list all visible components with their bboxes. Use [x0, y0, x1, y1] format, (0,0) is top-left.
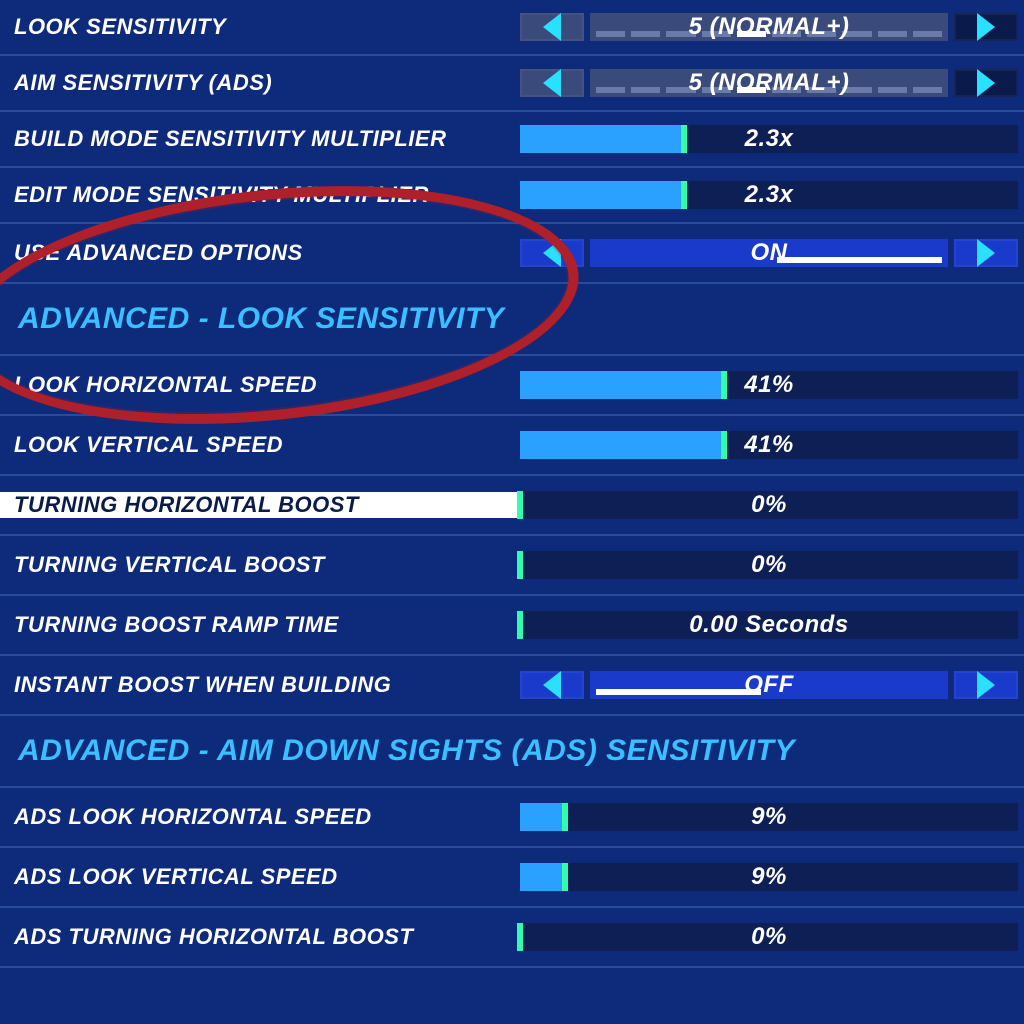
slider-track[interactable]: 9% — [520, 863, 1018, 891]
settings-screen: LOOK SENSITIVITY 5 (NORMAL+) AIM SENSITI… — [0, 0, 1024, 1024]
label: ADS TURNING HORIZONTAL BOOST — [0, 924, 520, 950]
slider-value: 0% — [751, 551, 787, 579]
chevron-right-icon[interactable] — [954, 69, 1018, 97]
row-turning-horizontal-boost[interactable]: TURNING HORIZONTAL BOOST 0% — [0, 476, 1024, 536]
slider-handle[interactable] — [517, 551, 523, 579]
toggle-indicator — [596, 689, 761, 695]
label: TURNING HORIZONTAL BOOST — [0, 492, 520, 518]
slider-fill — [520, 803, 565, 831]
label: BUILD MODE SENSITIVITY MULTIPLIER — [0, 126, 520, 152]
slider[interactable]: 41% — [520, 371, 1024, 399]
stepper-track[interactable]: 5 (NORMAL+) — [590, 69, 948, 97]
toggle-indicator — [777, 257, 942, 263]
label: EDIT MODE SENSITIVITY MULTIPLIER — [0, 182, 520, 208]
label: USE ADVANCED OPTIONS — [0, 240, 520, 266]
slider-track[interactable]: 9% — [520, 803, 1018, 831]
section-header-advanced-look: ADVANCED - LOOK SENSITIVITY — [0, 284, 1024, 356]
slider-handle[interactable] — [721, 431, 727, 459]
toggle[interactable]: OFF — [520, 671, 1024, 699]
slider-handle[interactable] — [721, 371, 727, 399]
row-look-sensitivity[interactable]: LOOK SENSITIVITY 5 (NORMAL+) — [0, 0, 1024, 56]
chevron-left-icon[interactable] — [520, 671, 584, 699]
slider-fill — [520, 863, 565, 891]
stepper-value: 5 (NORMAL+) — [689, 69, 850, 97]
label: AIM SENSITIVITY (ADS) — [0, 70, 520, 96]
stepper[interactable]: 5 (NORMAL+) — [520, 69, 1024, 97]
slider-track[interactable]: 41% — [520, 371, 1018, 399]
stepper[interactable]: 5 (NORMAL+) — [520, 13, 1024, 41]
stepper-value: 5 (NORMAL+) — [689, 13, 850, 41]
chevron-left-icon[interactable] — [520, 239, 584, 267]
toggle-track[interactable]: OFF — [590, 671, 948, 699]
label: LOOK HORIZONTAL SPEED — [0, 372, 520, 398]
slider-handle[interactable] — [681, 181, 687, 209]
chevron-left-icon[interactable] — [520, 69, 584, 97]
slider-handle[interactable] — [562, 863, 568, 891]
chevron-right-icon[interactable] — [954, 671, 1018, 699]
slider[interactable]: 0% — [520, 923, 1024, 951]
slider-fill — [520, 431, 724, 459]
row-turning-boost-ramp-time[interactable]: TURNING BOOST RAMP TIME 0.00 Seconds — [0, 596, 1024, 656]
label: LOOK VERTICAL SPEED — [0, 432, 520, 458]
slider-track[interactable]: 0.00 Seconds — [520, 611, 1018, 639]
toggle-value: ON — [751, 239, 788, 267]
slider-handle[interactable] — [517, 611, 523, 639]
toggle[interactable]: ON — [520, 239, 1024, 267]
row-look-horizontal-speed[interactable]: LOOK HORIZONTAL SPEED 41% — [0, 356, 1024, 416]
slider[interactable]: 41% — [520, 431, 1024, 459]
slider-value: 9% — [751, 803, 787, 831]
slider-track[interactable]: 0% — [520, 491, 1018, 519]
section-header-advanced-ads: ADVANCED - AIM DOWN SIGHTS (ADS) SENSITI… — [0, 716, 1024, 788]
slider[interactable]: 0.00 Seconds — [520, 611, 1024, 639]
slider[interactable]: 0% — [520, 551, 1024, 579]
slider-fill — [520, 371, 724, 399]
label: ADS LOOK HORIZONTAL SPEED — [0, 804, 520, 830]
slider[interactable]: 2.3x — [520, 125, 1024, 153]
slider[interactable]: 0% — [520, 491, 1024, 519]
slider-value: 2.3x — [745, 125, 794, 153]
label: TURNING BOOST RAMP TIME — [0, 612, 520, 638]
label: TURNING VERTICAL BOOST — [0, 552, 520, 578]
slider-value: 41% — [744, 371, 794, 399]
slider-fill — [520, 181, 684, 209]
chevron-right-icon[interactable] — [954, 239, 1018, 267]
slider-handle[interactable] — [517, 923, 523, 951]
slider-value: 0.00 Seconds — [689, 611, 848, 639]
row-edit-multiplier[interactable]: EDIT MODE SENSITIVITY MULTIPLIER 2.3x — [0, 168, 1024, 224]
slider-handle[interactable] — [681, 125, 687, 153]
row-turning-vertical-boost[interactable]: TURNING VERTICAL BOOST 0% — [0, 536, 1024, 596]
chevron-left-icon[interactable] — [520, 13, 584, 41]
slider-value: 0% — [751, 923, 787, 951]
label: INSTANT BOOST WHEN BUILDING — [0, 672, 520, 698]
slider-track[interactable]: 41% — [520, 431, 1018, 459]
row-look-vertical-speed[interactable]: LOOK VERTICAL SPEED 41% — [0, 416, 1024, 476]
row-use-advanced-options[interactable]: USE ADVANCED OPTIONS ON — [0, 224, 1024, 284]
row-ads-look-horizontal-speed[interactable]: ADS LOOK HORIZONTAL SPEED 9% — [0, 788, 1024, 848]
slider-track[interactable]: 2.3x — [520, 181, 1018, 209]
stepper-track[interactable]: 5 (NORMAL+) — [590, 13, 948, 41]
slider-track[interactable]: 0% — [520, 551, 1018, 579]
label: ADS LOOK VERTICAL SPEED — [0, 864, 520, 890]
slider-value: 9% — [751, 863, 787, 891]
slider[interactable]: 9% — [520, 803, 1024, 831]
slider-track[interactable]: 0% — [520, 923, 1018, 951]
slider-value: 0% — [751, 491, 787, 519]
slider[interactable]: 9% — [520, 863, 1024, 891]
row-instant-boost-when-building[interactable]: INSTANT BOOST WHEN BUILDING OFF — [0, 656, 1024, 716]
row-build-multiplier[interactable]: BUILD MODE SENSITIVITY MULTIPLIER 2.3x — [0, 112, 1024, 168]
row-aim-sensitivity[interactable]: AIM SENSITIVITY (ADS) 5 (NORMAL+) — [0, 56, 1024, 112]
row-ads-turning-horizontal-boost[interactable]: ADS TURNING HORIZONTAL BOOST 0% — [0, 908, 1024, 968]
slider-value: 41% — [744, 431, 794, 459]
slider-value: 2.3x — [745, 181, 794, 209]
slider-track[interactable]: 2.3x — [520, 125, 1018, 153]
slider-fill — [520, 125, 684, 153]
slider-handle[interactable] — [517, 491, 523, 519]
toggle-value: OFF — [744, 671, 794, 699]
chevron-right-icon[interactable] — [954, 13, 1018, 41]
row-ads-look-vertical-speed[interactable]: ADS LOOK VERTICAL SPEED 9% — [0, 848, 1024, 908]
slider[interactable]: 2.3x — [520, 181, 1024, 209]
toggle-track[interactable]: ON — [590, 239, 948, 267]
slider-handle[interactable] — [562, 803, 568, 831]
label: LOOK SENSITIVITY — [0, 14, 520, 40]
